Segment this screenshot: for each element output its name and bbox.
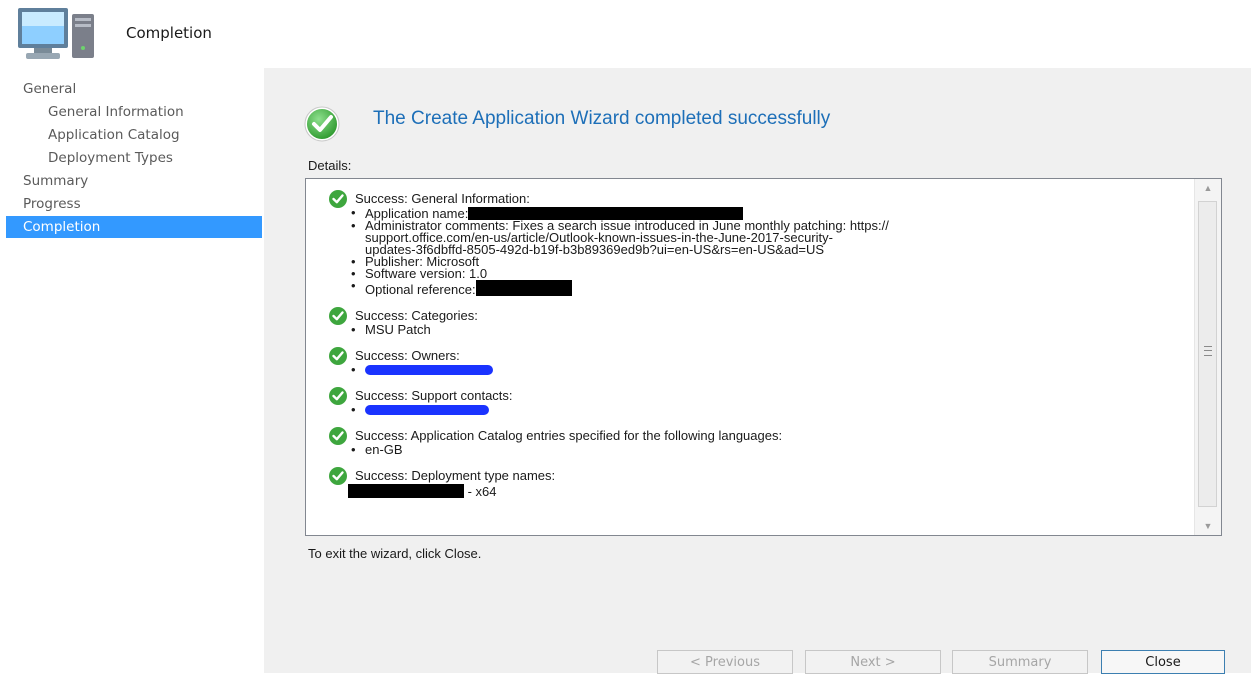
success-check-icon xyxy=(329,347,347,365)
nav-item-summary[interactable]: Summary xyxy=(6,170,262,192)
section-deployment-types: Success: Deployment type names: - x64 xyxy=(328,467,1196,499)
section-heading: Success: Application Catalog entries spe… xyxy=(355,428,783,443)
details-label: Details: xyxy=(308,158,352,173)
section-application-catalog: Success: Application Catalog entries spe… xyxy=(328,427,1196,457)
close-button[interactable]: Close xyxy=(1101,650,1225,674)
details-content: Success: General Information: • Applicati… xyxy=(306,179,1196,535)
deployment-type-suffix: - x64 xyxy=(464,484,497,499)
section-support-contacts: Success: Support contacts: • xyxy=(328,387,1196,416)
success-check-icon xyxy=(329,387,347,405)
details-scrollbar[interactable]: ▲ ▼ xyxy=(1194,179,1221,535)
exit-instructions: To exit the wizard, click Close. xyxy=(308,546,482,561)
nav-item-general-information[interactable]: General Information xyxy=(6,101,262,123)
section-heading: Success: Deployment type names: xyxy=(355,468,556,483)
page-title: Completion xyxy=(126,24,212,42)
wizard-nav: General General Information Application … xyxy=(6,68,262,673)
wizard-header: Completion xyxy=(0,0,1251,66)
redaction-scribble xyxy=(365,365,493,375)
scroll-up-arrow-icon[interactable]: ▲ xyxy=(1195,179,1221,197)
section-heading: Success: Categories: xyxy=(355,308,478,323)
success-check-icon xyxy=(329,427,347,445)
nav-item-completion[interactable]: Completion xyxy=(6,216,262,238)
scroll-thumb[interactable] xyxy=(1198,201,1217,507)
nav-item-application-catalog[interactable]: Application Catalog xyxy=(6,124,262,146)
summary-button[interactable]: Summary xyxy=(952,650,1088,674)
software-version: Software version: 1.0 xyxy=(365,266,488,281)
section-owners: Success: Owners: • xyxy=(328,347,1196,376)
nav-item-deployment-types[interactable]: Deployment Types xyxy=(6,147,262,169)
category-item: MSU Patch xyxy=(365,322,431,337)
wizard-footer: < Previous Next > Summary Close xyxy=(264,628,1251,674)
redaction-bar xyxy=(348,484,464,498)
scroll-down-arrow-icon[interactable]: ▼ xyxy=(1195,517,1221,535)
optional-reference-label: Optional reference: xyxy=(365,282,476,297)
computer-icon xyxy=(18,8,94,59)
redaction-bar xyxy=(475,280,572,296)
details-textbox[interactable]: Success: General Information: • Applicati… xyxy=(305,178,1222,536)
next-button[interactable]: Next > xyxy=(805,650,941,674)
section-heading: Success: Support contacts: xyxy=(355,388,513,403)
nav-item-general[interactable]: General xyxy=(6,78,262,100)
redaction-scribble xyxy=(365,405,489,415)
success-check-icon xyxy=(329,307,347,325)
success-check-icon xyxy=(304,106,340,142)
section-heading: Success: General Information: xyxy=(355,191,530,206)
success-check-icon xyxy=(329,190,347,208)
wizard-content: The Create Application Wizard completed … xyxy=(264,68,1251,628)
previous-button[interactable]: < Previous xyxy=(657,650,793,674)
nav-item-progress[interactable]: Progress xyxy=(6,193,262,215)
completion-title: The Create Application Wizard completed … xyxy=(373,108,831,129)
success-check-icon xyxy=(329,467,347,485)
language-item: en-GB xyxy=(365,442,403,457)
grip-icon xyxy=(1204,346,1212,356)
section-categories: Success: Categories: • MSU Patch xyxy=(328,307,1196,337)
section-heading: Success: Owners: xyxy=(355,348,460,363)
section-general-information: Success: General Information: • Applicati… xyxy=(328,190,1196,297)
